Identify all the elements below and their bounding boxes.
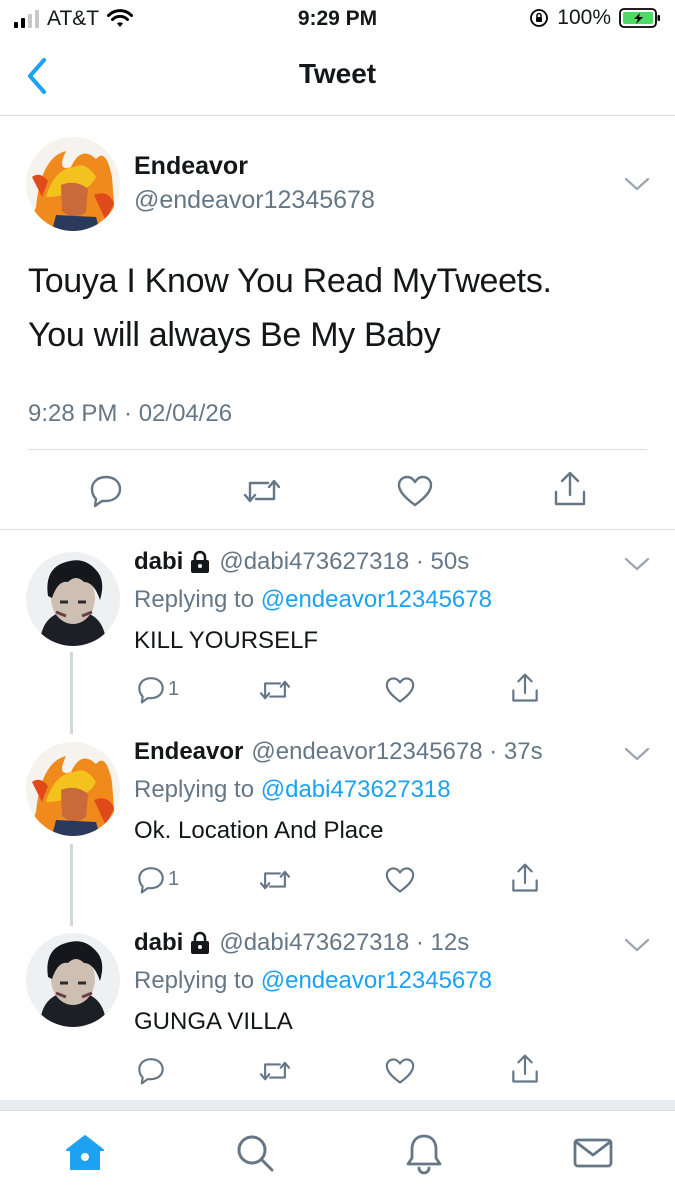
replying-prefix: Replying to — [134, 967, 261, 994]
reply-meta: @dabi473627318 · 12s — [219, 929, 470, 956]
reply-icon — [90, 475, 122, 508]
share-button[interactable] — [552, 470, 588, 508]
main-tweet: Endeavor @endeavor12345678 Touya I Know … — [0, 116, 675, 530]
tweet-text-line-1: Touya I Know You Read MyTweets. — [28, 262, 552, 300]
reply-icon — [138, 1058, 164, 1085]
reply-button[interactable] — [136, 1055, 166, 1085]
author-handle[interactable]: @endeavor12345678 — [134, 186, 375, 215]
heart-icon — [385, 1058, 415, 1084]
retweet-icon — [243, 479, 281, 503]
share-icon — [554, 471, 586, 506]
retweet-button[interactable] — [258, 1057, 292, 1085]
chevron-down-icon[interactable] — [624, 746, 650, 762]
reply-author-name[interactable]: Endeavor — [134, 738, 243, 766]
like-button[interactable] — [384, 676, 416, 704]
tab-bar — [0, 1110, 675, 1200]
share-icon — [512, 863, 538, 892]
chevron-down-icon[interactable] — [624, 556, 650, 572]
reply-button[interactable] — [88, 472, 124, 508]
reply-header: Endeavor @endeavor12345678 · 37s — [134, 738, 543, 766]
reply-count: 1 — [168, 867, 180, 890]
reply-tweet[interactable]: dabi @dabi473627318 · 12s Replying to @e… — [0, 911, 675, 1101]
retweet-icon — [259, 870, 291, 890]
mail-icon[interactable] — [571, 1131, 615, 1175]
retweet-button[interactable] — [242, 474, 282, 508]
tweet-text: Touya I Know You Read MyTweets. You will… — [28, 254, 648, 362]
divider — [28, 449, 647, 450]
avatar-dabi[interactable] — [26, 552, 120, 646]
chevron-down-icon[interactable] — [624, 176, 650, 192]
reply-icon — [138, 867, 164, 894]
reply-text: GUNGA VILLA — [134, 1008, 293, 1035]
tweet-text-line-2: You will always Be My Baby — [28, 316, 441, 354]
share-icon — [512, 1054, 538, 1083]
reply-button[interactable]: 1 — [136, 864, 179, 894]
replying-prefix: Replying to — [134, 586, 261, 613]
lock-icon — [191, 931, 210, 954]
battery-percent: 100% — [557, 6, 611, 29]
retweet-button[interactable] — [258, 676, 292, 704]
avatar-dabi[interactable] — [26, 933, 120, 1027]
page-title: Tweet — [298, 58, 377, 89]
tweet-actions — [0, 470, 675, 514]
like-button[interactable] — [396, 474, 434, 508]
chevron-down-icon[interactable] — [624, 937, 650, 953]
heart-icon — [385, 867, 415, 893]
replying-prefix: Replying to — [134, 776, 261, 803]
home-icon[interactable] — [63, 1131, 107, 1175]
reply-author-name[interactable]: dabi — [134, 548, 183, 576]
retweet-icon — [259, 680, 291, 700]
replying-to-link[interactable]: @dabi473627318 — [261, 776, 451, 803]
reply-meta: @dabi473627318 · 50s — [219, 548, 470, 575]
replying-to-link[interactable]: @endeavor12345678 — [261, 967, 492, 994]
bell-icon[interactable] — [402, 1131, 446, 1175]
share-icon — [512, 673, 538, 702]
status-bar-right: 100% — [529, 6, 661, 30]
like-button[interactable] — [384, 866, 416, 894]
replying-to: Replying to @endeavor12345678 — [134, 967, 492, 995]
replying-to-link[interactable]: @endeavor12345678 — [261, 586, 492, 613]
status-bar: AT&T 9:29 PM 100% — [0, 0, 675, 38]
reply-text: KILL YOURSELF — [134, 627, 319, 654]
reply-meta: @endeavor12345678 · 37s — [251, 738, 543, 765]
share-button[interactable] — [510, 1053, 540, 1085]
tweet-timestamp: 9:28 PM · 02/04/26 — [28, 400, 233, 427]
replying-to: Replying to @dabi473627318 — [134, 776, 451, 804]
reply-author-name[interactable]: dabi — [134, 929, 183, 957]
reply-tweet[interactable]: Endeavor @endeavor12345678 · 37s Replyin… — [0, 720, 675, 912]
author-name[interactable]: Endeavor — [134, 152, 248, 181]
orientation-lock-icon — [530, 9, 549, 27]
nav-bar: Tweet — [0, 38, 675, 116]
avatar-endeavor[interactable] — [26, 742, 120, 836]
reply-icon — [138, 677, 164, 704]
reply-button[interactable]: 1 — [136, 674, 179, 704]
reply-count: 1 — [168, 677, 180, 700]
reply-header: dabi @dabi473627318 · 50s — [134, 548, 469, 576]
heart-icon — [385, 677, 415, 703]
share-button[interactable] — [510, 862, 540, 894]
battery-icon — [619, 8, 660, 28]
heart-icon — [397, 475, 433, 507]
retweet-button[interactable] — [258, 866, 292, 894]
like-button[interactable] — [384, 1057, 416, 1085]
replying-to: Replying to @endeavor12345678 — [134, 586, 492, 614]
share-button[interactable] — [510, 672, 540, 704]
reply-header: dabi @dabi473627318 · 12s — [134, 929, 469, 957]
retweet-icon — [259, 1061, 291, 1081]
lock-icon — [191, 550, 210, 573]
search-icon[interactable] — [233, 1131, 277, 1175]
reply-text: Ok. Location And Place — [134, 817, 384, 844]
reply-tweet[interactable]: dabi @dabi473627318 · 50s Replying to @e… — [0, 530, 675, 722]
avatar-endeavor[interactable] — [26, 137, 120, 231]
separator — [0, 1100, 675, 1110]
